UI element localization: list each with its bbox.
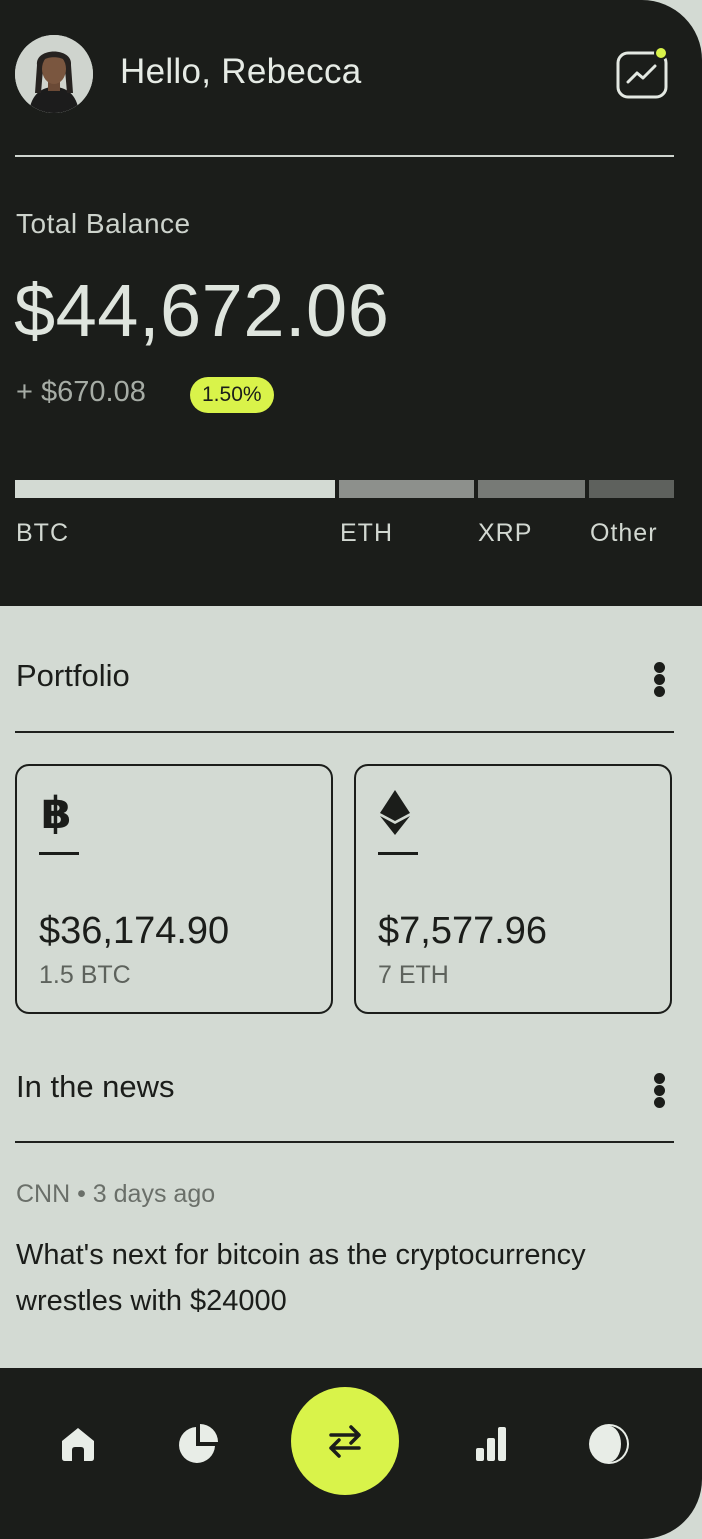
news-title: In the news bbox=[16, 1069, 175, 1104]
portfolio-card-eth[interactable]: $7,577.96 7 ETH bbox=[354, 764, 672, 1014]
portfolio-card-btc[interactable]: ฿ $36,174.90 1.5 BTC bbox=[15, 764, 333, 1014]
activity-button[interactable] bbox=[615, 46, 669, 100]
change-percent-badge: 1.50% bbox=[190, 377, 274, 413]
allocation-label-eth: ETH bbox=[340, 519, 393, 547]
avatar[interactable] bbox=[15, 35, 93, 113]
allocation-bar-other bbox=[589, 480, 674, 498]
asset-value: $7,577.96 bbox=[378, 910, 548, 952]
portfolio-more-icon[interactable] bbox=[652, 662, 666, 697]
nav-stats[interactable] bbox=[467, 1420, 515, 1468]
news-more-icon[interactable] bbox=[652, 1073, 666, 1108]
trend-chart-icon bbox=[616, 46, 668, 99]
asset-amount: 1.5 BTC bbox=[39, 961, 131, 989]
home-icon bbox=[62, 1428, 94, 1461]
nav-portfolio[interactable] bbox=[174, 1420, 222, 1468]
asset-amount: 7 ETH bbox=[378, 961, 449, 989]
nav-swap[interactable] bbox=[291, 1387, 399, 1495]
divider bbox=[15, 155, 674, 157]
allocation-bar-btc bbox=[15, 480, 335, 498]
divider bbox=[15, 1141, 674, 1143]
pie-chart-icon bbox=[179, 1424, 218, 1463]
allocation-bar-eth bbox=[339, 480, 474, 498]
asset-value: $36,174.90 bbox=[39, 910, 230, 952]
allocation-bar-xrp bbox=[478, 480, 585, 498]
theme-icon bbox=[589, 1424, 629, 1464]
allocation-label-btc: BTC bbox=[16, 519, 69, 547]
divider bbox=[378, 852, 418, 855]
news-source: CNN • 3 days ago bbox=[16, 1180, 216, 1208]
balance-change: + $670.08 bbox=[16, 376, 146, 408]
allocation-label-other: Other bbox=[590, 519, 658, 547]
news-headline[interactable]: What's next for bitcoin as the cryptocur… bbox=[16, 1232, 676, 1324]
nav-home[interactable] bbox=[54, 1420, 102, 1468]
bitcoin-icon: ฿ bbox=[39, 788, 79, 839]
bottom-nav bbox=[0, 1368, 702, 1539]
allocation-label-xrp: XRP bbox=[478, 519, 533, 547]
greeting-text: Hello, Rebecca bbox=[120, 52, 362, 91]
portfolio-title: Portfolio bbox=[16, 658, 130, 693]
total-balance: $44,672.06 bbox=[14, 269, 390, 352]
bar-chart-icon bbox=[476, 1427, 506, 1461]
divider bbox=[39, 852, 79, 855]
swap-icon bbox=[329, 1425, 361, 1458]
ethereum-icon bbox=[378, 788, 412, 841]
balance-label: Total Balance bbox=[16, 208, 191, 239]
app-screen: Hello, Rebecca Total Balance $44,672.06 … bbox=[0, 0, 702, 1539]
divider bbox=[15, 731, 674, 733]
balance-header: Hello, Rebecca Total Balance $44,672.06 … bbox=[0, 0, 702, 606]
nav-theme[interactable] bbox=[585, 1420, 633, 1468]
svg-text:฿: ฿ bbox=[41, 788, 72, 834]
